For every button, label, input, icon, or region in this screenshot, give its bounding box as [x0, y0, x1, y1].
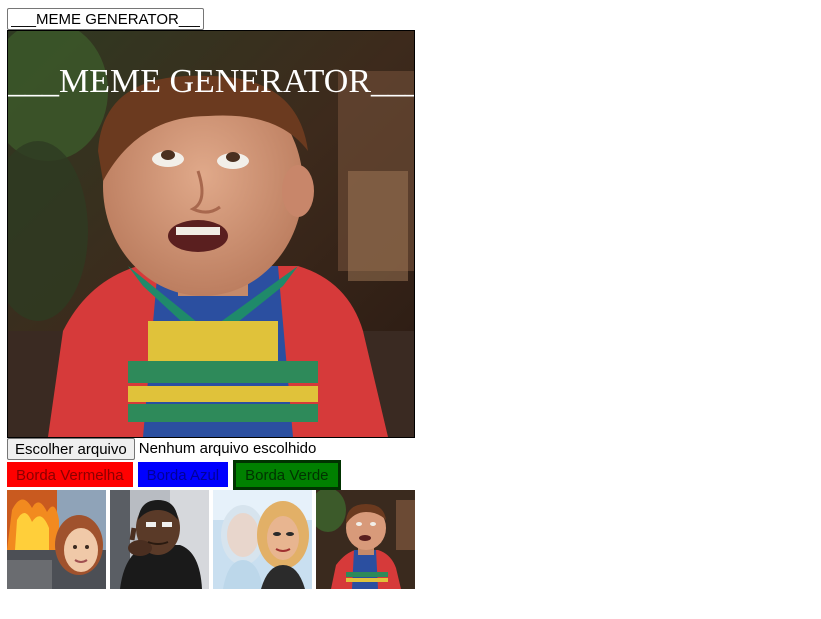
meme-text-input[interactable] — [7, 8, 204, 30]
disaster-girl-thumbnail[interactable] — [7, 490, 106, 589]
green-border-button[interactable]: Borda Verde — [233, 460, 341, 490]
meme-image-container: ___MEME GENERATOR___ — [7, 30, 415, 438]
file-upload-row: Escolher arquivo Nenhum arquivo escolhid… — [7, 438, 316, 460]
two-women-thumbnail[interactable] — [213, 490, 312, 589]
meme-thumbnails — [7, 490, 415, 589]
thinking-man-thumbnail[interactable] — [110, 490, 209, 589]
border-buttons: Borda Vermelha Borda Azul Borda Verde — [7, 460, 346, 490]
choose-file-button[interactable]: Escolher arquivo — [7, 438, 135, 460]
meme-caption: ___MEME GENERATOR___ — [8, 63, 415, 100]
blue-border-button[interactable]: Borda Azul — [137, 462, 229, 487]
file-status-text: Nenhum arquivo escolhido — [138, 440, 317, 457]
disgusted-kid-thumbnail[interactable] — [316, 490, 415, 589]
red-border-button[interactable]: Borda Vermelha — [7, 462, 133, 487]
